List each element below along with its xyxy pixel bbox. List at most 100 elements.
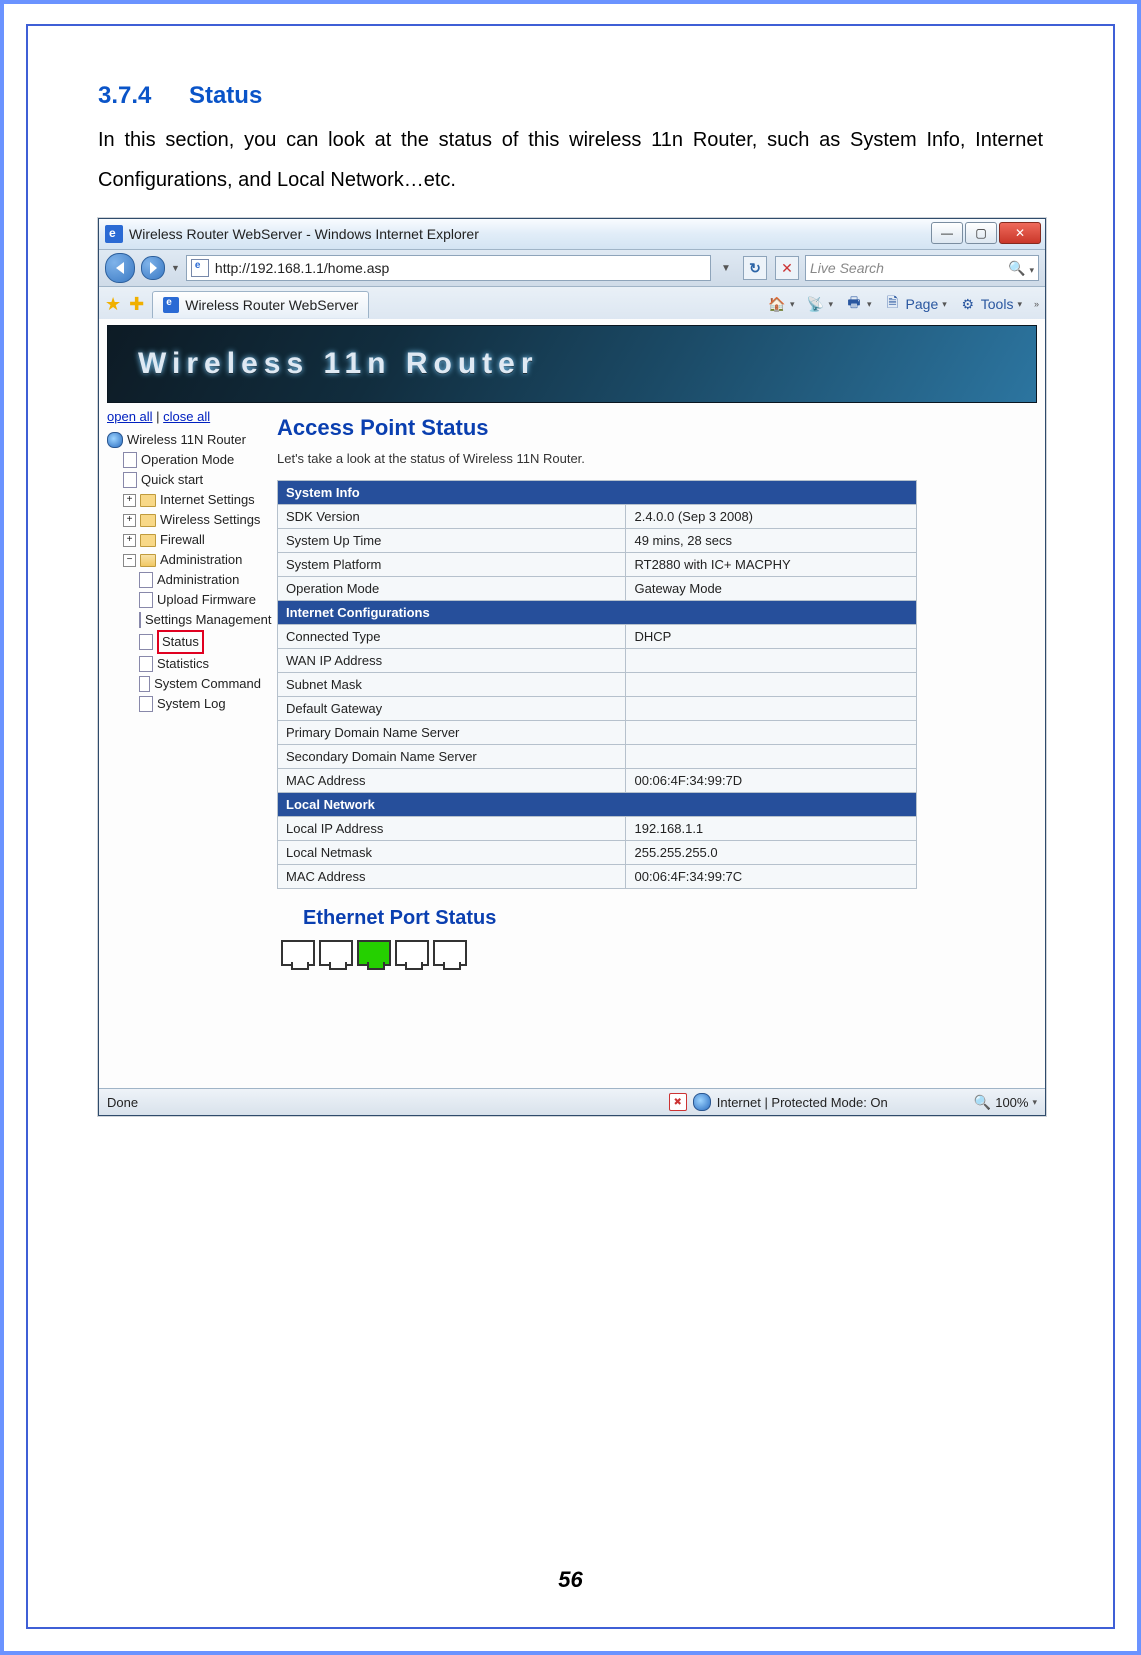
table-row: Subnet Mask [278, 673, 917, 697]
tools-menu-label: Tools [981, 296, 1014, 312]
tree-item-status[interactable]: Status [107, 630, 261, 654]
protected-mode-shield-icon[interactable]: ✖ [669, 1093, 687, 1111]
expand-icon[interactable]: + [123, 534, 136, 547]
tree-item-administration[interactable]: −Administration [107, 550, 261, 570]
browser-tab[interactable]: Wireless Router WebServer [152, 291, 369, 318]
page-menu[interactable]: 🗎Page▾ [884, 295, 947, 313]
tree-item-status-highlighted: Status [157, 630, 204, 654]
ethernet-port-5 [433, 940, 467, 966]
ethernet-port-3-active [357, 940, 391, 966]
tree-item-operation-mode[interactable]: Operation Mode [107, 450, 261, 470]
expand-icon[interactable]: + [123, 514, 136, 527]
open-all-link[interactable]: open all [107, 409, 153, 424]
ethernet-port-2 [319, 940, 353, 966]
section-number: 3.7.4 [98, 82, 151, 109]
close-all-link[interactable]: close all [163, 409, 210, 424]
doc-icon [139, 676, 150, 692]
browser-statusbar: Done ✖ Internet | Protected Mode: On 🔍 1… [99, 1088, 1045, 1115]
table-header-local: Local Network [278, 793, 917, 817]
ie-favicon-icon [105, 225, 123, 243]
chevron-more-icon[interactable]: » [1034, 299, 1039, 309]
window-title: Wireless Router WebServer - Windows Inte… [129, 226, 479, 242]
tree-item-settings-management[interactable]: Settings Management [107, 610, 261, 630]
folder-icon [140, 514, 156, 527]
back-button[interactable] [105, 253, 135, 283]
page-number: 56 [28, 1567, 1113, 1593]
collapse-icon[interactable]: − [123, 554, 136, 567]
tree-item-admin-administration[interactable]: Administration [107, 570, 261, 590]
doc-icon [139, 612, 141, 628]
add-favorite-icon[interactable]: ✚ [129, 294, 144, 315]
tree-root-label: Wireless 11N Router [127, 430, 246, 450]
statusbar-center: ✖ Internet | Protected Mode: On 🔍 100% ▾ [669, 1093, 1037, 1111]
doc-icon [139, 572, 153, 588]
status-text: Done [107, 1095, 138, 1110]
doc-icon [139, 656, 153, 672]
refresh-button[interactable]: ↻ [743, 256, 767, 280]
table-header-system-info: System Info [278, 481, 917, 505]
home-button[interactable]: 🏠▾ [768, 295, 795, 313]
tools-menu[interactable]: ⚙Tools▾ [959, 295, 1022, 313]
section-body-text: In this section, you can look at the sta… [98, 120, 1043, 200]
globe-icon [107, 432, 123, 448]
print-icon: 🖶 [845, 295, 863, 313]
status-table: System Info SDK Version2.4.0.0 (Sep 3 20… [277, 480, 917, 889]
doc-content: 3.7.4 Status In this section, you can lo… [28, 26, 1113, 1116]
internet-zone-icon[interactable] [693, 1093, 711, 1111]
home-icon: 🏠 [768, 295, 786, 313]
main-panel: Access Point Status Let's take a look at… [261, 409, 1037, 966]
zoom-control[interactable]: 🔍 100% ▾ [974, 1094, 1037, 1111]
table-row: Default Gateway [278, 697, 917, 721]
doc-icon [139, 592, 153, 608]
tree-item-upload-firmware[interactable]: Upload Firmware [107, 590, 261, 610]
ethernet-port-title: Ethernet Port Status [303, 907, 1037, 930]
print-button[interactable]: 🖶▾ [845, 295, 872, 313]
gear-icon: ⚙ [959, 295, 977, 313]
feeds-button[interactable]: 📡▾ [806, 295, 833, 313]
webpage-columns: open all | close all Wireless 11N Router… [107, 409, 1037, 966]
search-icon[interactable]: 🔍 ▾ [1008, 260, 1034, 277]
window-titlebar[interactable]: Wireless Router WebServer - Windows Inte… [99, 219, 1045, 250]
table-header-internet: Internet Configurations [278, 601, 917, 625]
arrow-right-icon [150, 262, 157, 274]
tree-item-statistics[interactable]: Statistics [107, 654, 261, 674]
zoom-dropdown-icon[interactable]: ▾ [1032, 1097, 1037, 1108]
stop-button[interactable]: ✕ [775, 256, 799, 280]
address-input[interactable]: http://192.168.1.1/home.asp [186, 255, 711, 281]
router-banner: Wireless 11n Router [107, 325, 1037, 403]
minimize-button[interactable]: — [931, 222, 963, 244]
page-title: Access Point Status [277, 415, 1037, 441]
tree-item-system-command[interactable]: System Command [107, 674, 261, 694]
page-inner-frame: 3.7.4 Status In this section, you can lo… [26, 24, 1115, 1629]
table-row: Secondary Domain Name Server [278, 745, 917, 769]
rss-icon: 📡 [806, 295, 824, 313]
command-bar: ★ ✚ Wireless Router WebServer 🏠▾ 📡▾ 🖶▾ 🗎… [99, 287, 1045, 322]
tree-item-system-log[interactable]: System Log [107, 694, 261, 714]
tree-root[interactable]: Wireless 11N Router [107, 430, 261, 450]
table-row: Operation ModeGateway Mode [278, 577, 917, 601]
command-bar-tools: 🏠▾ 📡▾ 🖶▾ 🗎Page▾ ⚙Tools▾ » [768, 295, 1039, 313]
forward-button[interactable] [141, 256, 165, 280]
tree-item-quick-start[interactable]: Quick start [107, 470, 261, 490]
maximize-button[interactable]: ▢ [965, 222, 997, 244]
tree-item-internet-settings[interactable]: +Internet Settings [107, 490, 261, 510]
screenshot-ie-window: Wireless Router WebServer - Windows Inte… [98, 218, 1046, 1116]
address-dropdown[interactable]: ▼ [717, 263, 735, 274]
page-icon: 🗎 [884, 295, 902, 313]
folder-icon [140, 494, 156, 507]
tree-item-wireless-settings[interactable]: +Wireless Settings [107, 510, 261, 530]
search-input[interactable]: Live Search 🔍 ▾ [805, 255, 1039, 281]
doc-icon [139, 696, 153, 712]
expand-icon[interactable]: + [123, 494, 136, 507]
folder-icon [140, 534, 156, 547]
ethernet-port-4 [395, 940, 429, 966]
protected-mode-text: Internet | Protected Mode: On [717, 1095, 888, 1110]
tab-favicon-icon [163, 297, 179, 313]
close-button[interactable]: ✕ [999, 222, 1041, 244]
table-row: Local Netmask255.255.255.0 [278, 841, 917, 865]
arrow-left-icon [116, 262, 124, 274]
nav-history-dropdown[interactable]: ▼ [171, 263, 180, 273]
favorites-star-icon[interactable]: ★ [105, 294, 121, 315]
ethernet-port-1 [281, 940, 315, 966]
tree-item-firewall[interactable]: +Firewall [107, 530, 261, 550]
